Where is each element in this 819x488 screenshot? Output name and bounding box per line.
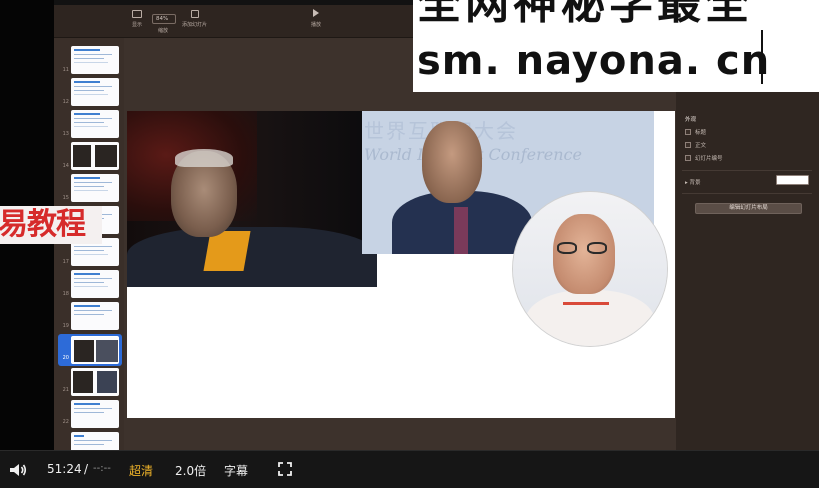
slide-number: 22 <box>62 419 69 425</box>
play-label: 播放 <box>311 22 322 28</box>
body-checkbox-row[interactable]: 正文 <box>685 141 706 149</box>
body-option-label: 正文 <box>695 143 707 149</box>
play-icon <box>313 9 319 17</box>
title-option-label: 标题 <box>695 130 707 136</box>
background-label[interactable]: ▸ 背景 <box>685 178 701 186</box>
view-label: 显示 <box>132 22 143 28</box>
slide-thumbnail-21[interactable] <box>71 368 119 396</box>
zoom-label: 缩放 <box>158 28 169 34</box>
view-button[interactable]: 显示 <box>132 10 142 28</box>
zoom-label-wrap: 缩放 <box>158 27 168 34</box>
video-player-controls: 51:24 / --:-- 超清 2.0倍 字幕 <box>0 450 819 488</box>
slide-thumbnail-15[interactable] <box>71 174 119 202</box>
watermark-line-1: 全网神秘学最全 <box>417 0 753 29</box>
portrait-photo-left[interactable] <box>127 111 377 287</box>
fullscreen-icon[interactable] <box>278 462 292 476</box>
stamp-text: 易教程 <box>0 207 86 242</box>
current-slide[interactable]: 世界互联网大会 World Internet Conference <box>127 111 675 418</box>
watermark-banner: 全网神秘学最全 sm. nayona. cn <box>413 0 819 92</box>
background-color-swatch[interactable] <box>776 175 809 185</box>
slide-number: 18 <box>62 291 69 297</box>
slide-thumbnail-11[interactable] <box>71 46 119 74</box>
slide-thumbnail-12[interactable] <box>71 78 119 106</box>
presenter-webcam <box>512 191 668 347</box>
slide-thumbnail-20[interactable] <box>71 336 119 364</box>
checkbox[interactable] <box>685 142 691 148</box>
format-inspector: 外观 标题 正文 幻灯片编号 ▸ 背景 编辑幻灯片布局 <box>676 38 819 450</box>
slide-number: 13 <box>62 131 69 137</box>
volume-icon[interactable] <box>9 463 27 477</box>
checkbox[interactable] <box>685 129 691 135</box>
slide-number: 15 <box>62 195 69 201</box>
add-slide-button[interactable]: 添加幻灯片 <box>182 10 207 28</box>
slide-number: 11 <box>62 67 69 73</box>
slide-number: 12 <box>62 99 69 105</box>
divider <box>682 170 812 171</box>
watermark-stamp: 易教程 <box>0 206 102 244</box>
slide-number: 21 <box>62 387 69 393</box>
screen: 显示 84% 缩放 添加幻灯片 播放 11 12 13 14 15 17 18 … <box>0 0 819 488</box>
text-caret <box>761 30 763 84</box>
add-slide-icon <box>190 10 199 18</box>
slide-thumbnail-18[interactable] <box>71 270 119 298</box>
slide-number: 14 <box>62 163 69 169</box>
slide-number-checkbox-row[interactable]: 幻灯片编号 <box>685 154 723 162</box>
slide-number: 19 <box>62 323 69 329</box>
checkbox[interactable] <box>685 155 691 161</box>
slide-thumbnail-19[interactable] <box>71 302 119 330</box>
quality-button[interactable]: 超清 <box>129 462 153 479</box>
slide-thumbnail-14[interactable] <box>71 142 119 170</box>
slide-navigator: 11 12 13 14 15 16 17 18 19 <box>54 38 124 450</box>
slide-number-option-label: 幻灯片编号 <box>695 156 723 162</box>
slide-thumbnail-13[interactable] <box>71 110 119 138</box>
edit-slide-layout-button[interactable]: 编辑幻灯片布局 <box>695 203 802 214</box>
slide-number: 20 <box>62 355 69 361</box>
time-separator: / <box>84 462 89 476</box>
slide-thumbnail-23[interactable] <box>71 432 119 450</box>
subtitles-button[interactable]: 字幕 <box>224 462 248 479</box>
appearance-heading: 外观 <box>685 117 697 123</box>
zoom-select[interactable]: 84% <box>152 14 176 24</box>
divider <box>682 193 812 194</box>
sidebar-icon <box>132 10 142 18</box>
playback-speed-button[interactable]: 2.0倍 <box>175 462 206 479</box>
slide-canvas: 世界互联网大会 World Internet Conference <box>124 38 676 450</box>
slide-thumbnail-22[interactable] <box>71 400 119 428</box>
duration: --:-- <box>93 463 111 474</box>
watermark-line-2: sm. nayona. cn <box>417 38 771 84</box>
slide-number: 17 <box>62 259 69 265</box>
add-slide-label: 添加幻灯片 <box>182 22 208 28</box>
play-button[interactable]: 播放 <box>311 9 321 28</box>
current-time: 51:24 <box>47 462 82 476</box>
title-checkbox-row[interactable]: 标题 <box>685 128 706 136</box>
